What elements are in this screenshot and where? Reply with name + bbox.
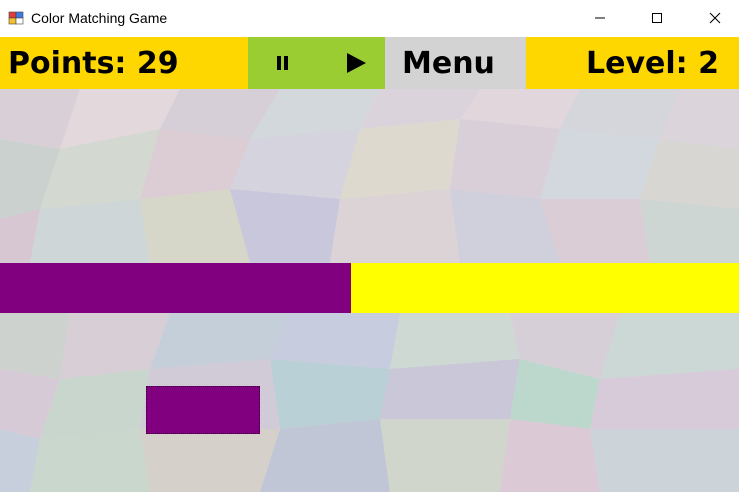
level-panel: Level: 2 bbox=[526, 37, 739, 89]
points-label: Points: 29 bbox=[8, 46, 179, 81]
play-button[interactable] bbox=[341, 47, 371, 79]
pause-button[interactable] bbox=[268, 47, 298, 79]
hud-bar: Points: 29 Menu Level: 2 bbox=[0, 37, 739, 89]
app-icon bbox=[8, 11, 24, 25]
barrier-yellow-segment bbox=[351, 263, 739, 313]
minimize-button[interactable] bbox=[577, 0, 623, 36]
close-button[interactable] bbox=[692, 0, 738, 36]
minimize-icon bbox=[595, 17, 605, 19]
player-block[interactable] bbox=[146, 386, 260, 434]
pause-icon bbox=[277, 56, 288, 70]
play-icon bbox=[347, 53, 366, 73]
menu-button[interactable]: Menu bbox=[385, 37, 526, 89]
close-icon bbox=[709, 12, 721, 24]
maximize-icon bbox=[652, 13, 662, 23]
maximize-button[interactable] bbox=[634, 0, 680, 36]
game-window: Color Matching Game Points: 29 Menu Leve… bbox=[0, 0, 739, 492]
menu-label: Menu bbox=[402, 46, 495, 81]
title-bar: Color Matching Game bbox=[0, 0, 739, 37]
points-panel: Points: 29 bbox=[0, 37, 248, 89]
barrier-purple-segment bbox=[0, 263, 351, 313]
game-area[interactable] bbox=[0, 89, 739, 492]
window-title: Color Matching Game bbox=[31, 10, 168, 26]
level-label: Level: 2 bbox=[586, 46, 719, 81]
playback-controls bbox=[248, 37, 385, 89]
